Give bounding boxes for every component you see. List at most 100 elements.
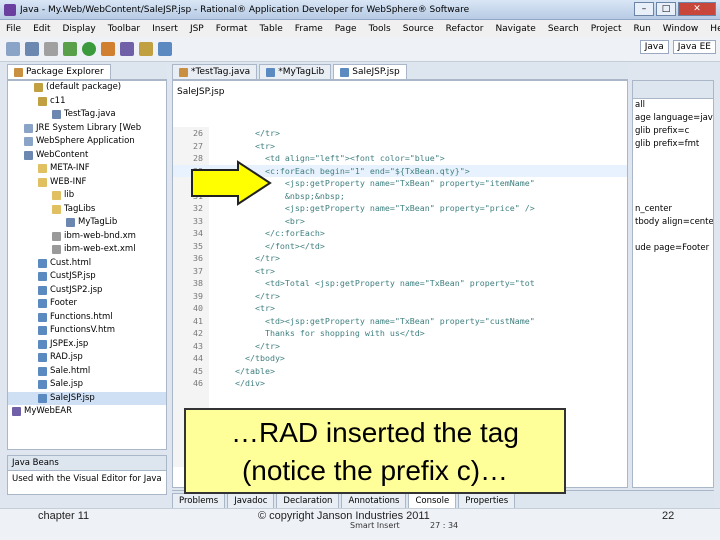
code-line[interactable]: 34 </c:forEach>: [173, 227, 627, 240]
tree-item[interactable]: JRE System Library [Web: [8, 122, 166, 136]
outline-item[interactable]: all: [633, 99, 713, 112]
tree-item[interactable]: (default package): [8, 81, 166, 95]
tab-bottom-view[interactable]: Console: [408, 493, 457, 508]
code-line[interactable]: 39 </tr>: [173, 290, 627, 303]
tree-item[interactable]: FunctionsV.htm: [8, 324, 166, 338]
tree-item[interactable]: CustJSP2.jsp: [8, 284, 166, 298]
menu-item[interactable]: Format: [216, 24, 248, 34]
tree-item[interactable]: Functions.html: [8, 311, 166, 325]
tree-item[interactable]: Sale.html: [8, 365, 166, 379]
maximize-button[interactable]: □: [656, 2, 676, 16]
tree-item[interactable]: MyWebEAR: [8, 405, 166, 419]
outline-item[interactable]: [633, 164, 713, 177]
code-line[interactable]: 26 </tr>: [173, 127, 627, 140]
menu-item[interactable]: Tools: [369, 24, 391, 34]
code-line[interactable]: 46 </div>: [173, 377, 627, 390]
code-line[interactable]: 36 </tr>: [173, 252, 627, 265]
menu-item[interactable]: File: [6, 24, 21, 34]
code-line[interactable]: 45 </table>: [173, 365, 627, 378]
tree-item[interactable]: RAD.jsp: [8, 351, 166, 365]
tree-item[interactable]: Footer: [8, 297, 166, 311]
menu-item[interactable]: Edit: [33, 24, 50, 34]
debug-icon[interactable]: [63, 42, 77, 56]
tree-item[interactable]: CustJSP.jsp: [8, 270, 166, 284]
menu-item[interactable]: Toolbar: [108, 24, 140, 34]
menu-item[interactable]: Project: [591, 24, 622, 34]
tab-editor-file[interactable]: *TestTag.java: [172, 64, 258, 79]
menu-item[interactable]: Navigate: [495, 24, 535, 34]
tree-item[interactable]: TestTag.java: [8, 108, 166, 122]
menu-item[interactable]: Table: [259, 24, 282, 34]
code-line[interactable]: 44 </tbody>: [173, 352, 627, 365]
menu-item[interactable]: Frame: [295, 24, 323, 34]
menu-item[interactable]: Help: [710, 24, 720, 34]
new-java-project-icon[interactable]: [120, 42, 134, 56]
run-icon[interactable]: [82, 42, 96, 56]
search-icon[interactable]: [158, 42, 172, 56]
tab-java-beans[interactable]: Java Beans: [8, 456, 166, 471]
tree-item[interactable]: MyTagLib: [8, 216, 166, 230]
outline-item[interactable]: n_center: [633, 203, 713, 216]
tree-item[interactable]: Cust.html: [8, 257, 166, 271]
menu-item[interactable]: Display: [63, 24, 96, 34]
tree-item[interactable]: META-INF: [8, 162, 166, 176]
code-line[interactable]: 41 <td><jsp:getProperty name="TxBean" pr…: [173, 315, 627, 328]
menu-item[interactable]: JSP: [190, 24, 204, 34]
code-line[interactable]: 37 <tr>: [173, 265, 627, 278]
outline-item[interactable]: [633, 177, 713, 190]
outline-item[interactable]: [633, 190, 713, 203]
perspective-switcher: Java Java EE: [639, 40, 716, 54]
code-line[interactable]: 40 <tr>: [173, 302, 627, 315]
tab-bottom-view[interactable]: Annotations: [341, 493, 407, 508]
menu-item[interactable]: Search: [548, 24, 579, 34]
code-line[interactable]: 35 </font></td>: [173, 240, 627, 253]
menu-item[interactable]: Page: [335, 24, 357, 34]
outline-item[interactable]: glib prefix=c: [633, 125, 713, 138]
tab-bottom-view[interactable]: Declaration: [276, 493, 340, 508]
tree-item[interactable]: ibm-web-bnd.xm: [8, 230, 166, 244]
tree-item[interactable]: c11: [8, 95, 166, 109]
perspective-javaee[interactable]: Java EE: [672, 40, 716, 54]
tree-item[interactable]: Sale.jsp: [8, 378, 166, 392]
new-icon[interactable]: [6, 42, 20, 56]
tree-item[interactable]: WebSphere Application: [8, 135, 166, 149]
print-icon[interactable]: [44, 42, 58, 56]
open-type-icon[interactable]: [139, 42, 153, 56]
breadcrumb[interactable]: SaleJSP.jsp: [177, 87, 224, 97]
tab-editor-file[interactable]: SaleJSP.jsp: [333, 64, 407, 79]
menu-item[interactable]: Insert: [152, 24, 178, 34]
tree-item[interactable]: SaleJSP.jsp: [8, 391, 166, 405]
menu-item[interactable]: Refactor: [446, 24, 484, 34]
menu-item[interactable]: Window: [663, 24, 699, 34]
perspective-java[interactable]: Java: [639, 40, 669, 54]
tree-item[interactable]: JSPEx.jsp: [8, 338, 166, 352]
code-line[interactable]: 33 <br>: [173, 215, 627, 228]
tab-label: Properties: [465, 496, 509, 506]
menu-item[interactable]: Source: [403, 24, 434, 34]
code-line[interactable]: 42 Thanks for shopping with us</td>: [173, 327, 627, 340]
outline-item[interactable]: ude page=Footer: [633, 242, 713, 255]
outline-item[interactable]: [633, 151, 713, 164]
outline-item[interactable]: age language=java: [633, 112, 713, 125]
tab-bottom-view[interactable]: Javadoc: [227, 493, 275, 508]
tab-bottom-view[interactable]: Properties: [458, 493, 516, 508]
menu-item[interactable]: Run: [634, 24, 651, 34]
minimize-button[interactable]: –: [634, 2, 654, 16]
tab-package-explorer[interactable]: Package Explorer: [7, 64, 111, 79]
tree-item[interactable]: WebContent: [8, 149, 166, 163]
code-line[interactable]: 27 <tr>: [173, 140, 627, 153]
outline-item[interactable]: tbody align=cente: [633, 216, 713, 229]
save-icon[interactable]: [25, 42, 39, 56]
outline-item[interactable]: [633, 229, 713, 242]
close-button[interactable]: ✕: [678, 2, 716, 16]
tree-item[interactable]: lib: [8, 189, 166, 203]
code-line[interactable]: 43 </tr>: [173, 340, 627, 353]
tree-item[interactable]: ibm-web-ext.xml: [8, 243, 166, 257]
tree-item[interactable]: TagLibs: [8, 203, 166, 217]
tab-editor-file[interactable]: *MyTagLib: [259, 64, 332, 79]
tree-item[interactable]: WEB-INF: [8, 176, 166, 190]
code-line[interactable]: 38 <td>Total <jsp:getProperty name="TxBe…: [173, 277, 627, 290]
server-icon[interactable]: [101, 42, 115, 56]
tab-bottom-view[interactable]: Problems: [172, 493, 226, 508]
outline-item[interactable]: glib prefix=fmt: [633, 138, 713, 151]
